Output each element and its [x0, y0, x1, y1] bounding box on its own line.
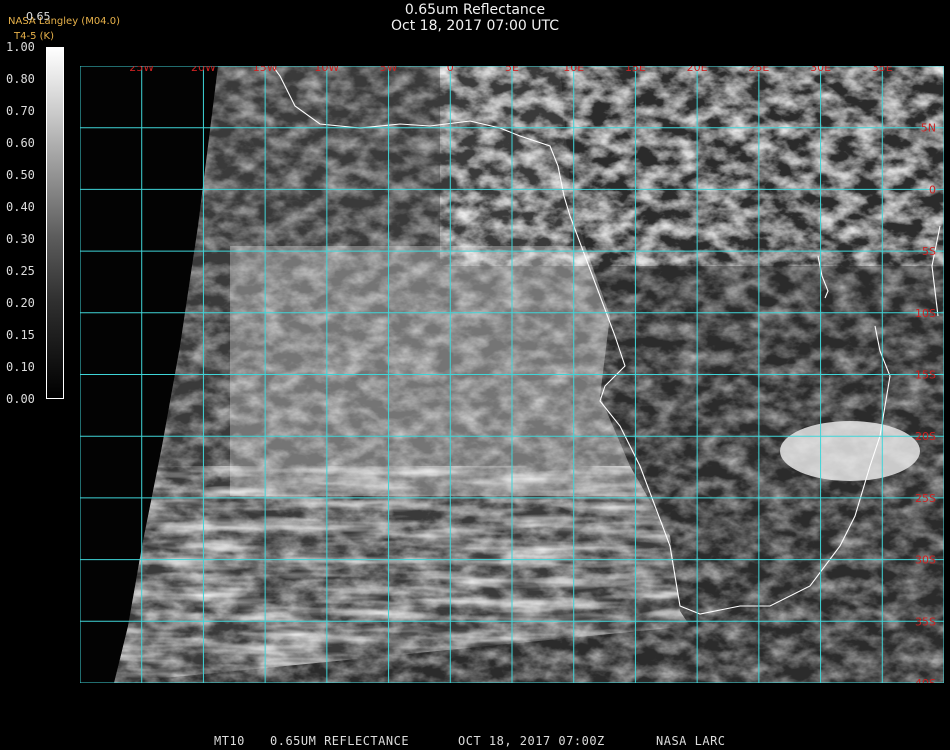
colorbar-tick: 0.30	[6, 232, 35, 246]
latitude-label: 20S	[915, 430, 936, 443]
colorbar-tick: 0.40	[6, 200, 35, 214]
longitude-label: 15E	[625, 66, 646, 74]
colorbar-tick: 0.20	[6, 296, 35, 310]
footer-product: MT10	[214, 734, 245, 748]
longitude-label: 20E	[687, 66, 708, 74]
colorbar-tick: 0.15	[6, 328, 35, 342]
longitude-label: 5E	[505, 66, 519, 74]
scale-top-label: 0.65	[26, 10, 51, 23]
latitude-label: 0	[929, 183, 936, 196]
colorbar-tick: 0.60	[6, 136, 35, 150]
latitude-label: 30S	[915, 554, 936, 567]
latitude-label: 35S	[915, 615, 936, 628]
colorbar-tick: 0.80	[6, 72, 35, 86]
colorbar-tick: 0.50	[6, 168, 35, 182]
map-title: 0.65um Reflectance	[404, 2, 546, 18]
longitude-label: 20W	[191, 66, 216, 74]
longitude-label: 10W	[314, 66, 339, 74]
footer-datetime: OCT 18, 2017 07:00Z	[458, 734, 605, 748]
colorbar-tick: 0.25	[6, 264, 35, 278]
colorbar-tick: 0.70	[6, 104, 35, 118]
longitude-label: 0	[447, 66, 454, 74]
longitude-label: 5W	[380, 66, 398, 74]
colorbar-tick: 0.10	[6, 360, 35, 374]
map-timestamp: Oct 18, 2017 07:00 UTC	[391, 18, 559, 34]
colorbar-tick: 1.00	[6, 40, 35, 54]
provider-label: NASA Langley (M04.0)	[8, 16, 120, 27]
latitude-label: 40S	[915, 677, 936, 683]
latitude-label: 5N	[921, 122, 936, 135]
latitude-label: 25S	[915, 492, 936, 505]
reflectance-colorbar	[46, 47, 64, 399]
longitude-label: 30E	[810, 66, 831, 74]
longitude-label: 25E	[748, 66, 769, 74]
longitude-label: 25W	[129, 66, 154, 74]
footer-channel: 0.65UM REFLECTANCE	[270, 734, 410, 748]
cloud-system-east	[780, 421, 920, 481]
colorbar-tick: 0.00	[6, 392, 35, 406]
longitude-label: 35E	[872, 66, 893, 74]
footer-source: NASA LARC	[656, 734, 726, 748]
latitude-label: 10S	[915, 307, 936, 320]
latitude-label: 15S	[915, 369, 936, 382]
longitude-label: 15W	[253, 66, 278, 74]
equatorial-convection	[440, 66, 944, 266]
latitude-label: 5S	[922, 245, 936, 258]
satellite-map: 25W 20W 15W 10W 5W 0 5E 10E 15E 20E 25E 30E 35E 5N 0 5S…	[80, 66, 944, 683]
longitude-label: 10E	[563, 66, 584, 74]
